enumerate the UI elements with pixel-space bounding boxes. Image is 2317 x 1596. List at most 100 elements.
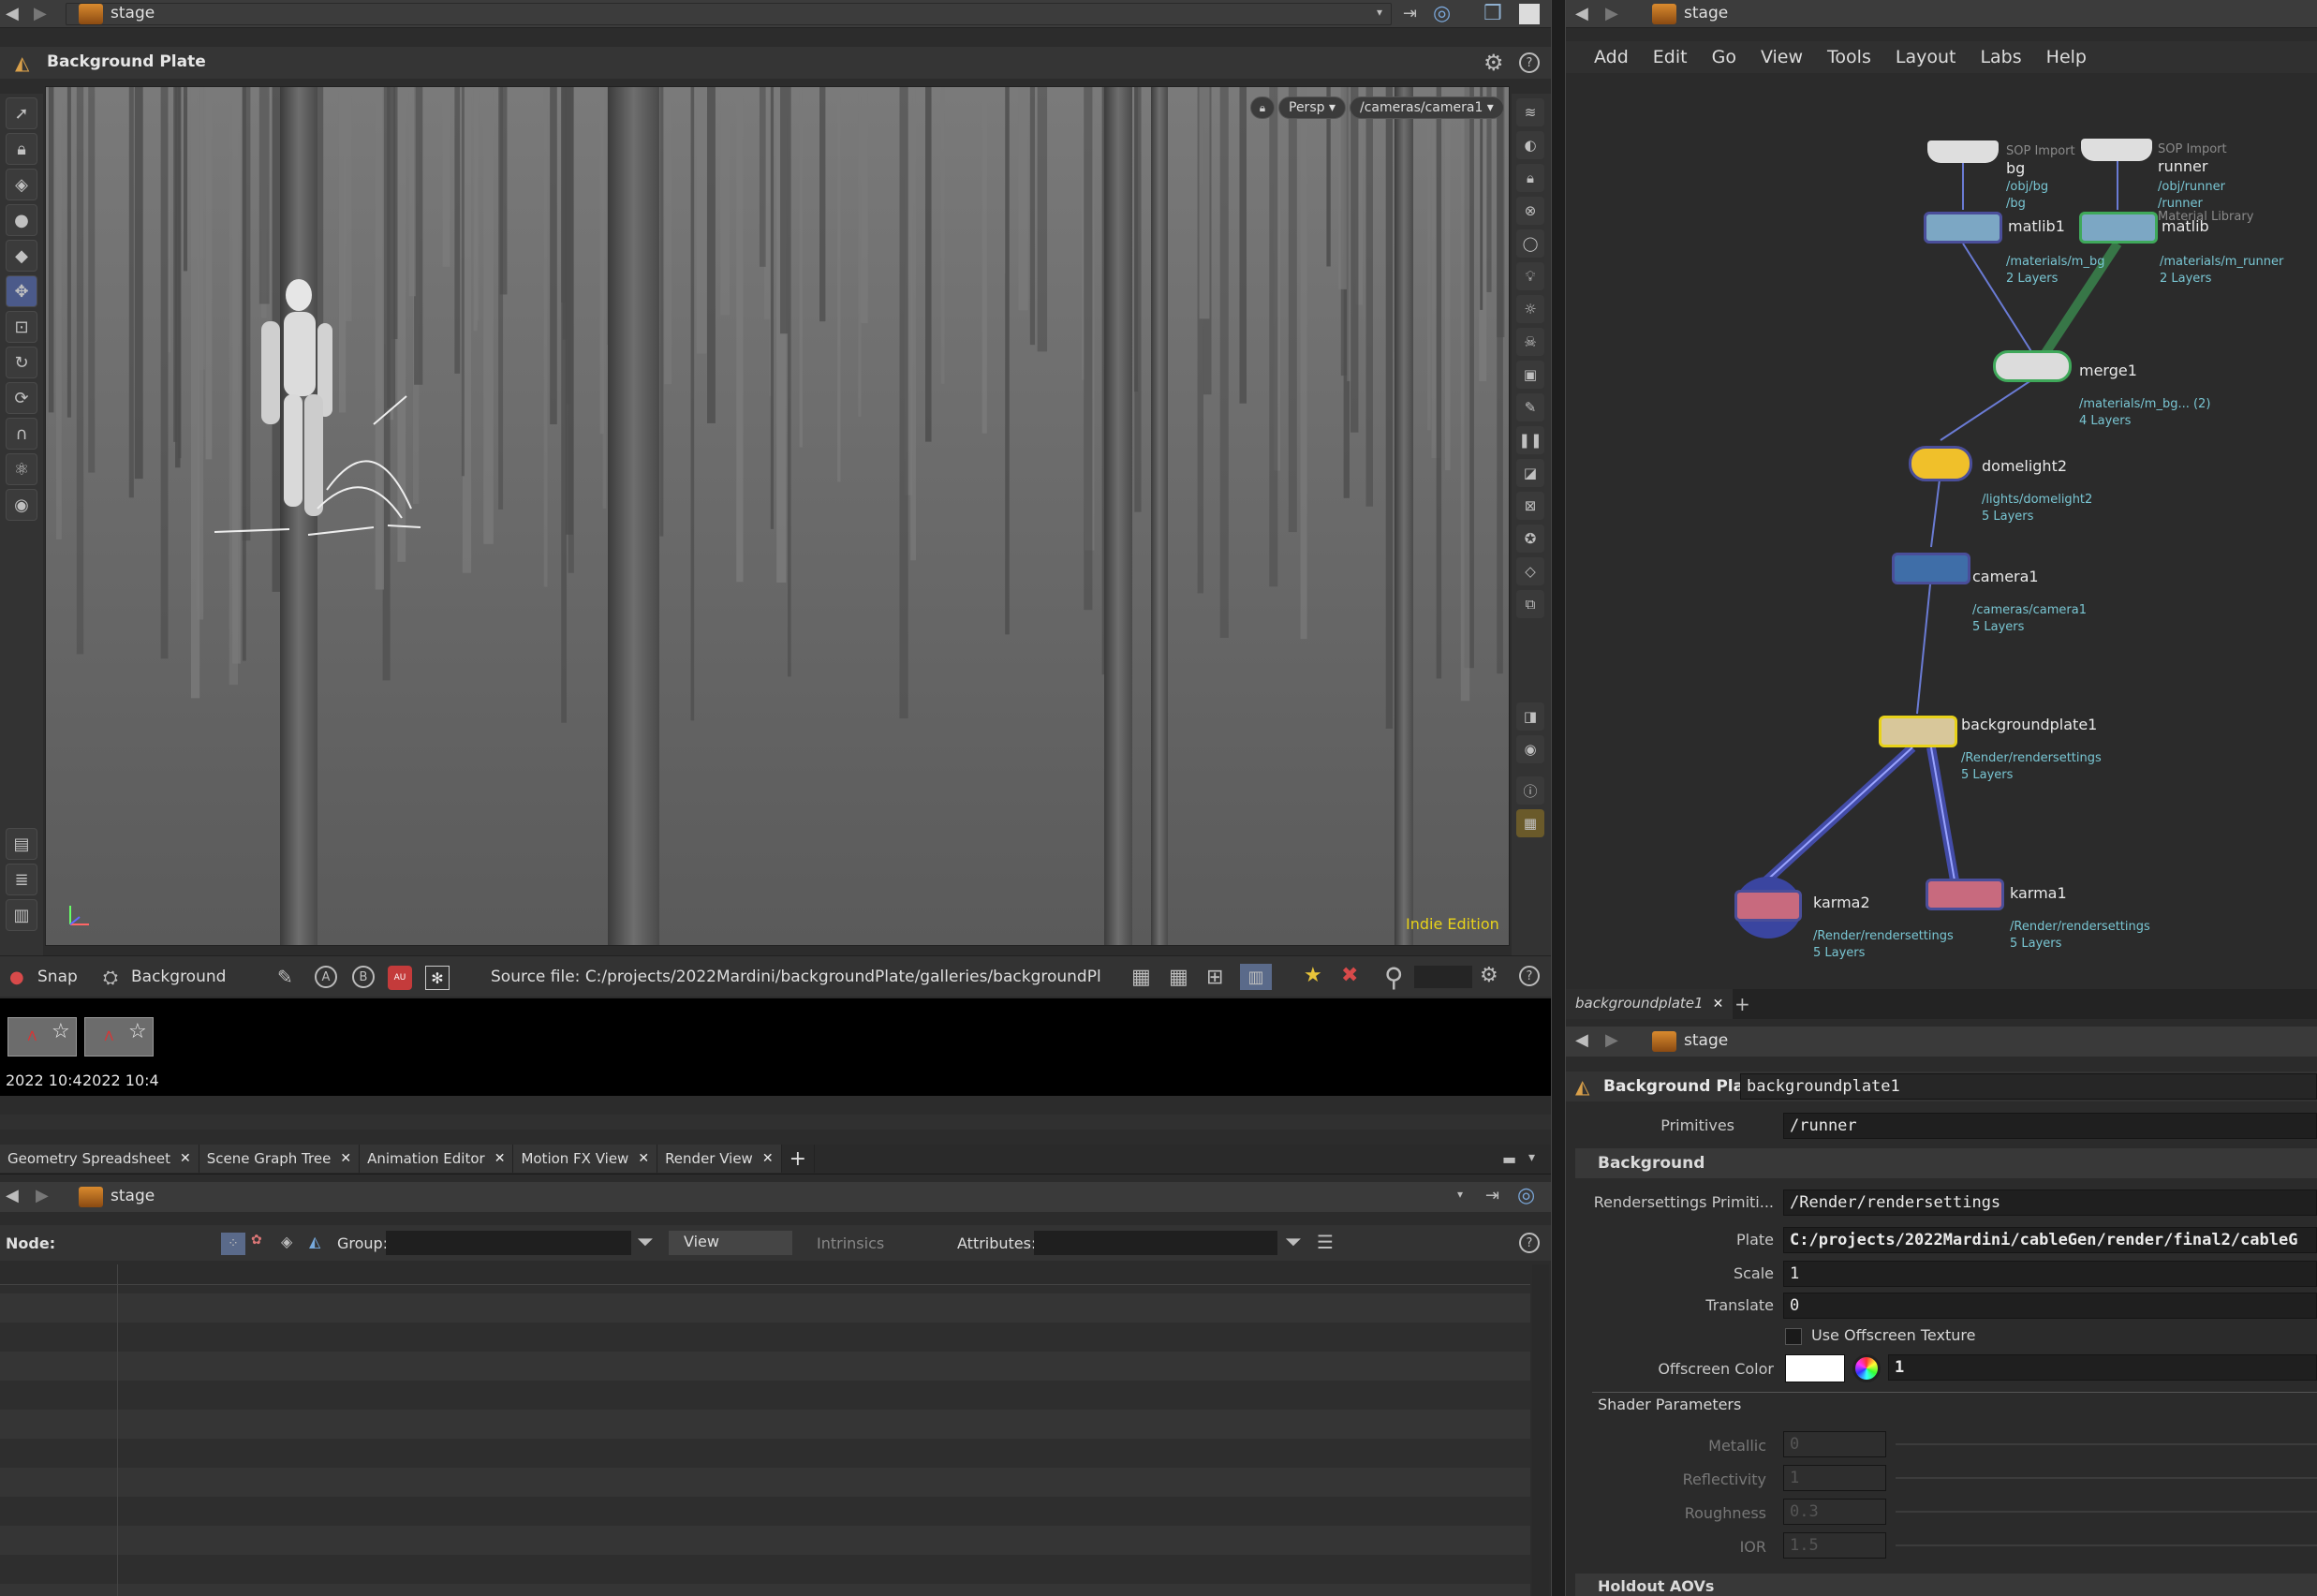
- menu-item[interactable]: Labs: [1980, 47, 2021, 67]
- snap-button[interactable]: Snap: [37, 968, 78, 986]
- attribute-filter-icon[interactable]: ⏷: [1285, 1231, 1302, 1254]
- flipbook-icon[interactable]: ✪: [1516, 525, 1544, 553]
- pin-icon[interactable]: ⇥: [1403, 4, 1417, 23]
- chevron-down-icon[interactable]: ▾: [1457, 1188, 1463, 1201]
- roughness-slider[interactable]: [1896, 1511, 2317, 1513]
- node-name-field[interactable]: backgroundplate1: [1740, 1073, 2317, 1100]
- back-arrow-icon[interactable]: ◀: [6, 4, 19, 23]
- chevron-down-icon[interactable]: ▾: [1377, 6, 1382, 19]
- reflectivity-slider[interactable]: [1896, 1477, 2317, 1479]
- reflectivity-field[interactable]: 1: [1783, 1465, 1886, 1491]
- menu-item[interactable]: Go: [1712, 47, 1736, 67]
- bottom-tab[interactable]: Motion FX View ✕: [513, 1145, 658, 1173]
- view-menu[interactable]: View: [669, 1231, 792, 1255]
- help-icon[interactable]: ?: [1519, 52, 1540, 73]
- ior-field[interactable]: 1.5: [1783, 1532, 1886, 1559]
- medium-grid-icon[interactable]: ▦: [1169, 966, 1188, 989]
- view-tool-icon[interactable]: ◈: [6, 169, 37, 200]
- snapshot-thumbnail-2[interactable]: ☆ 𐌡: [84, 1017, 154, 1057]
- menu-item[interactable]: Tools: [1827, 47, 1871, 67]
- close-view-icon[interactable]: ⊗: [1516, 197, 1544, 225]
- network-editor[interactable]: SOP Import bg /obj/bg /bg SOP Import run…: [1566, 79, 2317, 980]
- close-icon[interactable]: ✕: [762, 1151, 774, 1166]
- menu-item[interactable]: Help: [2046, 47, 2087, 67]
- handle-tool-icon[interactable]: ⊡: [6, 311, 37, 343]
- bottom-tab[interactable]: Geometry Spreadsheet ✕: [0, 1145, 199, 1173]
- lock-camera-icon[interactable]: 🔒︎: [1250, 96, 1275, 119]
- pane-chevron-down-icon[interactable]: ▾: [1528, 1150, 1535, 1165]
- gear-icon[interactable]: ⚙: [1483, 50, 1504, 76]
- pause-icon[interactable]: ❚❚: [1516, 426, 1544, 454]
- stack-icon[interactable]: ≣: [6, 864, 37, 895]
- bucket-icon[interactable]: ◨: [1516, 702, 1544, 731]
- lock-view-icon[interactable]: 🔒︎: [1516, 164, 1544, 192]
- offscreen-texture-checkbox[interactable]: [1785, 1328, 1802, 1345]
- skull-icon[interactable]: ☠: [1516, 328, 1544, 356]
- headlight-icon[interactable]: ☼: [1516, 295, 1544, 323]
- gallery-scrollbar[interactable]: [0, 1115, 1551, 1130]
- light-icon[interactable]: 💡︎: [1516, 262, 1544, 290]
- add-tab-icon[interactable]: +: [782, 1145, 815, 1173]
- camera-menu[interactable]: /cameras/camera1 ▾: [1350, 96, 1504, 119]
- timeline-icon[interactable]: ▤: [6, 828, 37, 860]
- bottom-tab[interactable]: Scene Graph Tree ✕: [199, 1145, 361, 1173]
- color-wheel-icon[interactable]: [1852, 1354, 1881, 1382]
- quad-view-icon[interactable]: ▦: [1516, 809, 1544, 837]
- bottom-tab[interactable]: Animation Editor ✕: [360, 1145, 514, 1173]
- share-icon[interactable]: ⧉: [1516, 590, 1544, 618]
- detail-icon[interactable]: ◭: [309, 1233, 320, 1250]
- wire-icon[interactable]: ✎: [1516, 393, 1544, 421]
- scale-tool-icon[interactable]: ◆: [6, 240, 37, 272]
- auto-icon[interactable]: AU: [388, 966, 412, 990]
- param-path-label[interactable]: stage: [1684, 1031, 1728, 1050]
- back-arrow-icon[interactable]: ◀: [1575, 1030, 1588, 1050]
- back-arrow-icon[interactable]: ◀: [1575, 4, 1588, 23]
- roughness-field[interactable]: 0.3: [1783, 1499, 1886, 1525]
- paint-tool-icon[interactable]: ↻: [6, 347, 37, 378]
- pane-menu-icon[interactable]: ▬: [1502, 1150, 1516, 1168]
- render-tool-icon[interactable]: ◉: [6, 489, 37, 521]
- network-path-label[interactable]: stage: [1684, 4, 1728, 22]
- render-region-icon[interactable]: ◪: [1516, 459, 1544, 487]
- link-icon[interactable]: ◎: [1517, 1184, 1535, 1207]
- menu-item[interactable]: Layout: [1896, 47, 1956, 67]
- attributes-input[interactable]: [1034, 1231, 1277, 1255]
- add-tab-icon[interactable]: +: [1734, 993, 1750, 1015]
- gallery-help-icon[interactable]: ?: [1519, 966, 1540, 986]
- persp-menu[interactable]: Persp ▾: [1278, 96, 1346, 119]
- small-grid-icon[interactable]: ▦: [1131, 966, 1151, 989]
- settings-snowflake-icon[interactable]: ✻: [425, 966, 450, 990]
- intrinsics-menu[interactable]: Intrinsics: [817, 1234, 884, 1252]
- bottom-tab[interactable]: Render View ✕: [657, 1145, 782, 1173]
- plate-field[interactable]: C:/projects/2022Mardini/cableGen/render/…: [1783, 1227, 2317, 1253]
- close-icon[interactable]: ✕: [1713, 997, 1724, 1012]
- spreadsheet-table[interactable]: [0, 1264, 1530, 1596]
- background-menu[interactable]: Background: [131, 968, 226, 986]
- back-arrow-icon[interactable]: ◀: [6, 1186, 19, 1205]
- snap-icon[interactable]: ●: [9, 968, 24, 987]
- filter-icon[interactable]: ⏷: [637, 1231, 654, 1254]
- maximize-icon[interactable]: [1519, 4, 1540, 24]
- vertices-icon[interactable]: ✿: [251, 1233, 262, 1248]
- gallery-settings-icon[interactable]: ⚙: [1480, 964, 1498, 987]
- tag-icon[interactable]: ✎: [277, 966, 293, 988]
- group-input[interactable]: [386, 1231, 631, 1255]
- link-icon[interactable]: ◎: [1433, 2, 1451, 25]
- lock-tool-icon[interactable]: 🔒︎: [6, 133, 37, 165]
- layers-icon[interactable]: ▥: [6, 899, 37, 931]
- magnet-icon[interactable]: ∩: [6, 418, 37, 450]
- snapshot-icon[interactable]: ⊠: [1516, 492, 1544, 520]
- shading-icon[interactable]: ◯: [1516, 229, 1544, 258]
- eye-icon[interactable]: ◉: [1516, 735, 1544, 763]
- large-grid-icon[interactable]: ⊞: [1206, 966, 1223, 989]
- close-icon[interactable]: ✕: [494, 1151, 506, 1166]
- menu-item[interactable]: Edit: [1653, 47, 1688, 67]
- sphere-tool-icon[interactable]: ●: [6, 204, 37, 236]
- sculpt-tool-icon[interactable]: ⟳: [6, 382, 37, 414]
- transform-tool-icon[interactable]: ✥: [6, 275, 37, 307]
- menu-item[interactable]: Add: [1594, 47, 1629, 67]
- pin-icon[interactable]: ⇥: [1485, 1186, 1499, 1205]
- select-tool-icon[interactable]: ➚: [6, 97, 37, 129]
- menu-item[interactable]: View: [1761, 47, 1803, 67]
- scene-viewport[interactable]: 🔒︎ Persp ▾ /cameras/camera1 ▾ Indie Edit…: [45, 86, 1510, 946]
